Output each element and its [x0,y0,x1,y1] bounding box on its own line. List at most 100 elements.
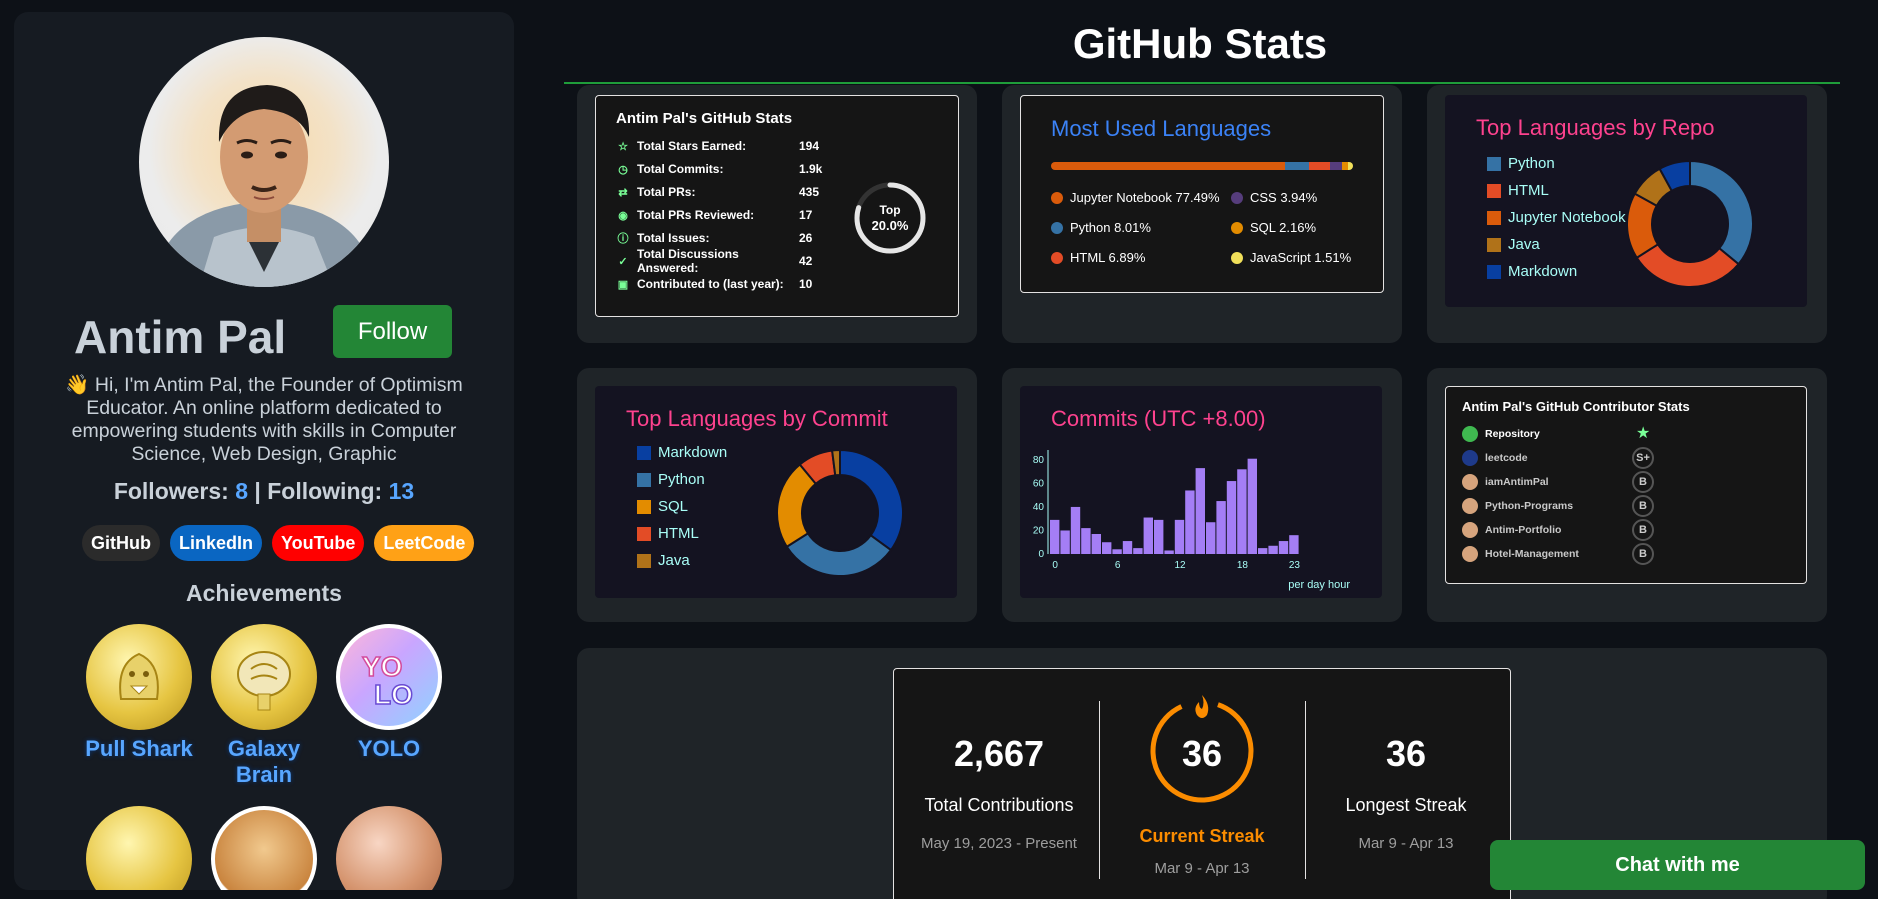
stat-label: Total Commits: [637,162,724,176]
x-tick-label: 6 [1115,560,1121,571]
galaxy-brain-badge[interactable] [211,624,317,730]
longest-streak-range: Mar 9 - Apr 13 [1358,835,1454,852]
rank-badge: B [1632,519,1654,541]
total-contributions-value: 2,667 [953,733,1045,774]
commits-panel: Commits (UTC +8.00) per day hour 0 20 40 60… [1020,386,1382,598]
contributor-header: Repository [1462,425,1655,443]
repo-legend-item: Jupyter Notebook [1487,209,1626,226]
github-stats-title: Antim Pal's GitHub Stats [616,110,793,127]
github-link[interactable]: GitHub [82,525,160,561]
legend-dot [1231,251,1243,264]
current-streak-label: Current Streak [1139,826,1265,846]
top-repo-title: Top Languages by Repo [1476,115,1715,140]
commit-bar [1102,542,1112,554]
longest-streak-value: 36 [1385,733,1427,774]
commit-legend-item: HTML [637,525,699,542]
legend-item: HTML 6.89% [1051,250,1145,265]
follow-counts: Followers: 8 | Following: 13 [14,478,514,505]
commit-legend-item: Java [637,552,690,569]
repo-avatar [1462,546,1478,562]
star-icon: ★ [1636,425,1651,442]
commit-bar [1091,534,1101,554]
longest-streak-label: Longest Streak [1345,795,1467,815]
legend-dot [1051,251,1063,264]
legend-item: SQL 2.16% [1231,220,1316,235]
pull-shark-badge[interactable] [86,624,192,730]
follow-button[interactable]: Follow [333,305,452,358]
repo-avatar [1462,450,1478,466]
commit-bar [1060,530,1070,554]
contributor-row: Antim-Portfolio [1462,521,1655,539]
top-repo-card: Top Languages by Repo Python HTML Jupyte… [1427,85,1827,343]
repo-name[interactable]: iamAntimPal [1485,476,1655,488]
repo-avatar [1462,498,1478,514]
legend-item: CSS 3.94% [1231,190,1317,205]
repo-name[interactable]: Antim-Portfolio [1485,524,1655,536]
stat-value: 194 [799,139,820,153]
page-title: GitHub Stats [1072,20,1328,67]
commit-bar [1133,548,1143,554]
commit-bar [1143,517,1153,554]
pull-shark-label: Pull Shark [85,736,193,761]
github-icon [1462,426,1478,442]
legend-label: Jupyter Notebook [1508,209,1626,226]
svg-text:YO: YO [362,651,402,682]
repo-donut-chart [1626,159,1754,288]
header-label: Repository [1485,428,1540,440]
commit-bar [1185,490,1195,554]
commit-bar [1289,535,1299,554]
commit-donut-chart [776,448,904,577]
stat-label: Total PRs: [637,185,696,199]
y-tick-label: 60 [1033,478,1045,489]
quickdraw-badge[interactable] [211,806,317,890]
legend-swatch [1487,210,1501,225]
starstruck-badge[interactable] [336,806,442,890]
github-stats-panel: Antim Pal's GitHub Stats ☆ Total Stars Ea… [595,95,959,317]
yolo-label: YOLO [357,736,421,761]
top-commit-title: Top Languages by Commit [626,406,888,431]
chat-button[interactable]: Chat with me [1490,840,1865,890]
achievements-title: Achievements [186,580,342,606]
commit-legend-item: SQL [637,498,688,515]
profile-bio: 👋 Hi, I'm Antim Pal, the Founder of Opti… [65,374,463,465]
languages-card: Most Used Languages Jupyter Notebook 77.… [1002,85,1402,343]
legend-swatch [1487,264,1501,279]
stat-value: 26 [799,231,813,245]
x-tick-label: 12 [1174,560,1186,571]
legend-swatch [637,445,651,460]
legend-label: HTML [1508,182,1549,199]
clock-icon: ◷ [618,163,628,176]
linkedin-link[interactable]: LinkedIn [170,525,263,561]
rank-top: Top [879,203,900,217]
leetcode-link[interactable]: LeetCode [374,525,475,561]
legend-swatch [1487,237,1501,252]
streak-divider [1099,701,1100,879]
pair-extraordinaire-badge[interactable] [86,806,192,890]
page: Antim Pal Follow 👋 Hi, I'm Antim Pal, th… [0,0,1878,899]
repo-name[interactable]: leetcode [1485,452,1655,464]
legend-swatch [1487,156,1501,171]
repo-name[interactable]: Python-Programs [1485,500,1655,512]
language-progress-bar [1051,162,1353,170]
legend-label: Markdown [658,444,728,461]
follow-separator: | [254,478,261,504]
x-tick-label: 18 [1237,560,1249,571]
profile-avatar [139,37,389,287]
following-count[interactable]: 13 [389,478,415,504]
total-contributions-label: Total Contributions [924,795,1074,815]
followers-count[interactable]: 8 [235,478,248,504]
pull-request-icon: ⇄ [618,186,628,199]
legend-label: JavaScript 1.51% [1250,250,1352,265]
youtube-link[interactable]: YouTube [272,525,365,561]
legend-label: HTML [658,525,699,542]
repo-name[interactable]: Hotel-Management [1485,548,1655,560]
commit-bar [1247,458,1257,554]
stat-value: 10 [799,277,813,291]
legend-item: Python 8.01% [1051,220,1151,235]
streak-panel: 2,667 Total Contributions May 19, 2023 -… [893,668,1511,899]
y-tick-label: 80 [1033,455,1045,466]
yolo-badge[interactable]: YO LO [336,624,442,730]
profile-sidebar: Antim Pal Follow 👋 Hi, I'm Antim Pal, th… [14,12,514,890]
commit-bar [1070,506,1081,554]
commit-bar [1237,469,1247,554]
